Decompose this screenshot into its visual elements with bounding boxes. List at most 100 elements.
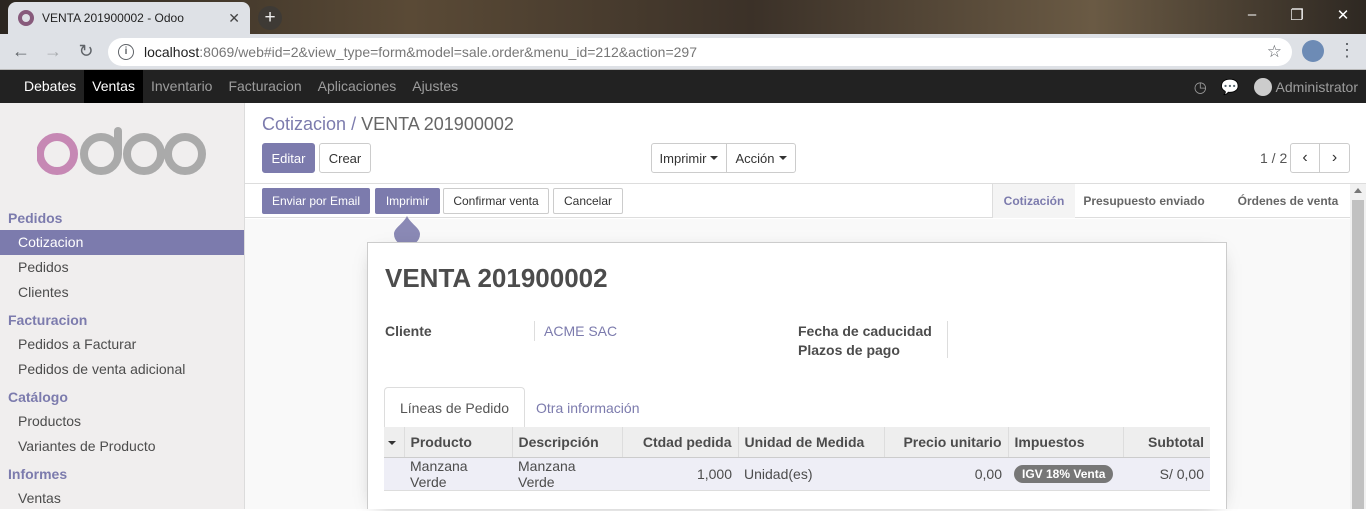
user-name: Administrator [1275, 78, 1358, 95]
restore-icon[interactable]: ❐ [1287, 6, 1307, 24]
breadcrumb: Cotizacion / VENTA 201900002 [262, 114, 514, 135]
form-statusbar: Enviar por Email Imprimir Confirmar vent… [245, 184, 1350, 218]
pager-next-icon[interactable]: › [1319, 143, 1350, 173]
browser-tab-title: VENTA 201900002 - Odoo [42, 11, 184, 25]
expiry-label: Fecha de caducidad [798, 323, 932, 339]
table-row[interactable]: Manzana Verde Manzana Verde 1,000 Unidad… [384, 457, 1210, 491]
form-sheet: VENTA 201900002 Cliente ACME SAC Fecha d… [367, 242, 1227, 509]
col-ctdad-pedida[interactable]: Ctdad pedida [621, 427, 738, 458]
scrollbar[interactable] [1350, 184, 1366, 509]
col-descripcion[interactable]: Descripción [511, 427, 622, 458]
action-dropdown[interactable]: Acción [726, 143, 796, 173]
menu-aplicaciones[interactable]: Aplicaciones [310, 70, 405, 103]
cell-uom: Unidad(es) [738, 457, 884, 491]
url-host: localhost [144, 44, 200, 60]
user-menu[interactable]: Administrator [1253, 77, 1358, 96]
chat-bubbles-icon[interactable]: 💬 [1221, 78, 1240, 96]
odoo-favicon-icon [18, 10, 34, 26]
stage-presupuesto-enviado[interactable]: Presupuesto enviado [1079, 184, 1209, 218]
sidebar-item-cotizacion[interactable]: Cotizacion [0, 230, 244, 255]
sidebar-item-clientes[interactable]: Clientes [0, 280, 244, 305]
main-navbar: Debates Ventas Inventario Facturacion Ap… [0, 70, 1366, 103]
menu-inventario[interactable]: Inventario [143, 70, 220, 103]
notebook-tabs: Líneas de Pedido Otra información [384, 387, 1210, 429]
menu-ventas[interactable]: Ventas [84, 70, 143, 103]
tab-otra-informacion[interactable]: Otra información [521, 387, 654, 428]
caret-down-icon [710, 156, 719, 160]
forward-icon[interactable]: → [42, 41, 64, 62]
sidebar-item-pedidos-venta-adicional[interactable]: Pedidos de venta adicional [0, 357, 244, 382]
profile-avatar-icon[interactable] [1302, 40, 1324, 62]
order-lines-table: Producto Descripción Ctdad pedida Unidad… [384, 427, 1210, 491]
col-impuestos[interactable]: Impuestos [1007, 427, 1123, 458]
print-dropdown-label: Imprimir [659, 150, 707, 166]
col-producto[interactable]: Producto [403, 427, 512, 458]
sidebar-item-variantes[interactable]: Variantes de Producto [0, 434, 244, 459]
payment-terms-label: Plazos de pago [798, 342, 900, 358]
caret-down-icon [778, 156, 787, 160]
breadcrumb-parent[interactable]: Cotizacion [262, 114, 346, 134]
stage-ordenes-venta[interactable]: Órdenes de venta [1228, 184, 1348, 218]
breadcrumb-current: VENTA 201900002 [361, 114, 514, 134]
scrollbar-thumb[interactable] [1352, 200, 1364, 509]
minimize-icon[interactable]: – [1242, 6, 1262, 23]
sidebar-section-informes: Informes [8, 466, 68, 482]
sidebar-item-pedidos[interactable]: Pedidos [0, 255, 244, 280]
close-tab-icon[interactable]: ✕ [228, 10, 240, 27]
cell-description: Manzana Verde [512, 457, 622, 491]
site-info-icon[interactable]: i [118, 44, 134, 60]
clock-activity-icon[interactable]: ◷ [1194, 78, 1207, 96]
send-email-button[interactable]: Enviar por Email [262, 188, 370, 214]
pager-value: 1 / 2 [1260, 150, 1288, 166]
divider [947, 321, 948, 358]
browser-tab[interactable]: VENTA 201900002 - Odoo ✕ [8, 2, 250, 34]
stage-cotizacion[interactable]: Cotización [992, 184, 1075, 218]
close-window-icon[interactable]: ✕ [1333, 6, 1353, 24]
sidebar-section-catalogo: Catálogo [8, 389, 68, 405]
odoo-logo [0, 103, 244, 203]
bookmark-star-icon[interactable]: ☆ [1267, 42, 1282, 62]
browser-tab-strip: VENTA 201900002 - Odoo ✕ + – ❐ ✕ [0, 0, 1366, 34]
browser-menu-icon[interactable]: ⋮ [1338, 40, 1356, 61]
url-path: :8069/web#id=2&view_type=form&model=sale… [199, 44, 697, 60]
reload-icon[interactable]: ↻ [75, 41, 97, 62]
edit-button[interactable]: Editar [262, 143, 315, 173]
pager-prev-icon[interactable]: ‹ [1290, 143, 1320, 173]
user-avatar [1253, 77, 1272, 96]
form-title: VENTA 201900002 [385, 263, 608, 293]
divider [534, 321, 535, 341]
menu-ajustes[interactable]: Ajustes [404, 70, 466, 103]
print-button[interactable]: Imprimir [375, 188, 440, 214]
confirm-sale-button[interactable]: Confirmar venta [443, 188, 549, 214]
app-menu: Debates Ventas Inventario Facturacion Ap… [16, 70, 466, 103]
sidebar: Pedidos Cotizacion Pedidos Clientes Fact… [0, 103, 245, 509]
print-dropdown[interactable]: Imprimir [651, 143, 727, 173]
tab-lineas-pedido[interactable]: Líneas de Pedido [384, 387, 525, 429]
tax-badge: IGV 18% Venta [1014, 464, 1114, 483]
new-tab-button[interactable]: + [258, 6, 282, 30]
address-bar-row: ← → ↻ i localhost:8069/web#id=2&view_typ… [0, 34, 1366, 70]
col-subtotal[interactable]: Subtotal [1122, 427, 1210, 458]
sort-caret-icon[interactable] [384, 427, 404, 458]
url-input[interactable]: i localhost:8069/web#id=2&view_type=form… [108, 38, 1292, 66]
col-precio-unitario[interactable]: Precio unitario [883, 427, 1008, 458]
create-button[interactable]: Crear [319, 143, 371, 173]
cell-subtotal: S/ 0,00 [1123, 457, 1210, 491]
col-unidad-medida[interactable]: Unidad de Medida [737, 427, 884, 458]
cell-product: Manzana Verde [404, 457, 512, 491]
customer-label: Cliente [385, 323, 432, 339]
sidebar-section-pedidos: Pedidos [8, 210, 63, 226]
sidebar-section-facturacion: Facturacion [8, 312, 88, 328]
scroll-up-icon[interactable] [1354, 188, 1362, 193]
action-dropdown-label: Acción [735, 150, 775, 166]
sidebar-item-pedidos-a-facturar[interactable]: Pedidos a Facturar [0, 332, 244, 357]
sidebar-item-ventas[interactable]: Ventas [0, 486, 244, 511]
cancel-button[interactable]: Cancelar [553, 188, 623, 214]
menu-debates[interactable]: Debates [16, 70, 84, 103]
menu-facturacion[interactable]: Facturacion [220, 70, 309, 103]
sidebar-item-productos[interactable]: Productos [0, 409, 244, 434]
cell-qty: 1,000 [622, 457, 738, 491]
cell-price: 0,00 [884, 457, 1008, 491]
back-icon[interactable]: ← [10, 41, 32, 62]
customer-value[interactable]: ACME SAC [544, 323, 617, 339]
